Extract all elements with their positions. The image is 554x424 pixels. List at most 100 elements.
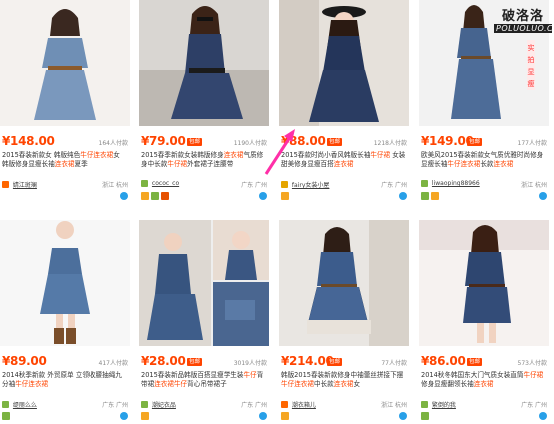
shop-icon (281, 181, 288, 188)
service-badge-icon[interactable] (281, 192, 289, 200)
shop-icon (2, 181, 9, 188)
product-title-text[interactable]: 2014秋季新款 外贸原单 立领收腰抽绳九分袖牛仔连衣裙 (2, 371, 122, 388)
product-photo[interactable] (279, 220, 409, 346)
price-row: ¥79.00 包邮 1190人付款 (141, 134, 267, 150)
wangwang-chat-icon[interactable] (259, 412, 267, 420)
free-shipping-badge: 包邮 (327, 138, 343, 146)
watermark-domain: POLUOLUO.COM (494, 24, 554, 33)
product-title-text[interactable]: 2014秋冬韩国东大门气质女装直筒牛仔裙修身显瘦翻领长袖连衣裙 (421, 371, 543, 388)
service-icons (421, 412, 547, 421)
watermark-title: 破洛洛 (501, 9, 544, 24)
wangwang-chat-icon[interactable] (539, 412, 547, 420)
product-title-text[interactable]: 2015春装新款女 韩版纯色牛仔连衣裙女 韩版修身显瘦长袖连衣裙夏季 (2, 151, 120, 168)
product-card[interactable]: ¥89.00 417人付款 2014秋季新款 外贸原单 立领收腰抽绳九分袖牛仔连… (0, 220, 130, 424)
sold-count: 164人付款 (98, 140, 128, 147)
product-title[interactable]: 2015春装新品韩版百搭显瘦学生装牛仔背带裙连衣裙牛仔背心吊带裙子 (141, 371, 267, 399)
service-badge-icon[interactable] (151, 192, 159, 200)
product-title[interactable]: 2014秋季新款 外贸原单 立领收腰抽绳九分袖牛仔连衣裙 (2, 371, 128, 399)
service-icons (281, 412, 407, 421)
shop-location: 广东 广州 (241, 182, 267, 189)
service-badge-icon[interactable] (2, 412, 10, 420)
product-title[interactable]: 韩版2015春装新款修身中袖蕾丝拼接下摆牛仔连衣裙中长款连衣裙女 (281, 371, 407, 399)
product-card[interactable]: ¥28.00 包邮 3019人付款 2015春装新品韩版百搭显瘦学生装牛仔背带裙… (139, 220, 269, 424)
product-title-text[interactable]: 2015春装新品韩版百搭显瘦学生装牛仔背带裙连衣裙牛仔背心吊带裙子 (141, 371, 263, 388)
product-title[interactable]: 2015春款时尚小香风韩版长袖牛仔裙 女装甜美修身显瘦百搭连衣裙 (281, 151, 407, 179)
sold-count: 3019人付款 (233, 360, 267, 367)
free-shipping-badge: 包邮 (327, 358, 343, 366)
wangwang-chat-icon[interactable] (120, 412, 128, 420)
product-title-text[interactable]: 2015春季新款女装韩版修身连衣裙气质修身中长款牛仔裙外套裙子连腰带 (141, 151, 263, 168)
service-badge-icon[interactable] (431, 192, 439, 200)
shop-name-link[interactable]: liwaoping88966 (432, 180, 480, 187)
shop-name-link[interactable]: 潮妃衣品 (152, 402, 176, 409)
shop-location: 浙江 杭州 (381, 402, 407, 409)
service-icons (2, 192, 128, 201)
wangwang-chat-icon[interactable] (399, 192, 407, 200)
shop-row: 潮妃衣品 广东 广州 (141, 400, 267, 410)
service-badge-icon[interactable] (421, 412, 429, 420)
shop-row: 缇丽么么 广东 广州 (2, 400, 128, 410)
product-card[interactable]: ¥88.00 包邮 1218人付款 2015春款时尚小香风韩版长袖牛仔裙 女装甜… (279, 0, 409, 204)
sold-count: 573人付款 (517, 360, 547, 367)
service-badge-icon[interactable] (141, 192, 149, 200)
shop-name-link[interactable]: 婧江斑斓 (13, 182, 37, 189)
price-row: ¥214.00 包邮 77人付款 (281, 354, 407, 370)
shop-row: fairy女装小屋 广东 广州 (281, 180, 407, 190)
shop-name-link[interactable]: 缇丽么么 (13, 402, 37, 409)
sold-count: 177人付款 (517, 140, 547, 147)
wangwang-chat-icon[interactable] (399, 412, 407, 420)
svg-text:显: 显 (528, 68, 535, 76)
service-icons (281, 192, 407, 201)
product-title[interactable]: 2014秋冬韩国东大门气质女装直筒牛仔裙修身显瘦翻领长袖连衣裙 (421, 371, 547, 399)
product-photo[interactable] (139, 0, 269, 126)
svg-text:拍: 拍 (528, 55, 535, 64)
shop-icon (281, 401, 288, 408)
shop-name-link[interactable]: 繁倒的我 (432, 402, 456, 409)
service-badge-icon[interactable] (141, 412, 149, 420)
shop-name-link[interactable]: 潮衣箱儿 (292, 402, 316, 409)
free-shipping-badge: 包邮 (187, 138, 203, 146)
product-title[interactable]: 2015春季新款女装韩版修身连衣裙气质修身中长款牛仔裙外套裙子连腰带 (141, 151, 267, 179)
product-price: ¥214.00 (281, 354, 334, 368)
service-icons (421, 192, 547, 201)
shop-icon (2, 401, 9, 408)
product-title-text[interactable]: 欧美风2015春装新款女气质优雅时尚修身显瘦长袖牛仔连衣裙长款连衣裙 (421, 151, 543, 168)
wangwang-chat-icon[interactable] (539, 192, 547, 200)
shop-name-link[interactable]: cococ_co (152, 180, 179, 187)
product-title[interactable]: 欧美风2015春装新款女气质优雅时尚修身显瘦长袖牛仔连衣裙长款连衣裙 (421, 151, 547, 179)
product-title[interactable]: 2015春装新款女 韩版纯色牛仔连衣裙女 韩版修身显瘦长袖连衣裙夏季 (2, 151, 128, 179)
shop-location: 浙江 杭州 (102, 182, 128, 189)
price-row: ¥89.00 417人付款 (2, 354, 128, 370)
wangwang-chat-icon[interactable] (259, 192, 267, 200)
wangwang-chat-icon[interactable] (120, 192, 128, 200)
product-card[interactable]: ¥214.00 包邮 77人付款 韩版2015春装新款修身中袖蕾丝拼接下摆牛仔连… (279, 220, 409, 424)
shop-name-link[interactable]: fairy女装小屋 (292, 182, 329, 189)
sold-count: 417人付款 (98, 360, 128, 367)
product-photo[interactable] (139, 220, 269, 346)
product-title-text[interactable]: 韩版2015春装新款修身中袖蕾丝拼接下摆牛仔连衣裙中长款连衣裙女 (281, 371, 403, 388)
product-photo[interactable] (0, 0, 130, 126)
service-badge-icon[interactable] (281, 412, 289, 420)
product-card[interactable]: ¥148.00 164人付款 2015春装新款女 韩版纯色牛仔连衣裙女 韩版修身… (0, 0, 130, 204)
price-row: ¥86.00 包邮 573人付款 (421, 354, 547, 370)
shop-row: 潮衣箱儿 浙江 杭州 (281, 400, 407, 410)
service-badge-icon[interactable] (161, 192, 169, 200)
shop-row: 婧江斑斓 浙江 杭州 (2, 180, 128, 190)
product-photo[interactable] (279, 0, 409, 126)
shop-location: 广东 广州 (521, 402, 547, 409)
price-row: ¥149.00 包邮 177人付款 (421, 134, 547, 150)
product-photo[interactable] (0, 220, 130, 346)
service-icons (2, 412, 128, 421)
svg-text:瘦: 瘦 (528, 79, 535, 88)
svg-text:实: 实 (528, 43, 535, 52)
product-price: ¥79.00 (141, 134, 186, 148)
price-row: ¥148.00 164人付款 (2, 134, 128, 150)
product-card[interactable]: ¥79.00 包邮 1190人付款 2015春季新款女装韩版修身连衣裙气质修身中… (139, 0, 269, 204)
product-photo[interactable] (419, 220, 549, 346)
service-badge-icon[interactable] (421, 192, 429, 200)
product-title-text[interactable]: 2015春款时尚小香风韩版长袖牛仔裙 女装甜美修身显瘦百搭连衣裙 (281, 151, 405, 168)
product-price: ¥28.00 (141, 354, 186, 368)
free-shipping-badge: 包邮 (187, 358, 203, 366)
product-card[interactable]: ¥86.00 包邮 573人付款 2014秋冬韩国东大门气质女装直筒牛仔裙修身显… (419, 220, 549, 424)
service-icons (141, 192, 267, 201)
